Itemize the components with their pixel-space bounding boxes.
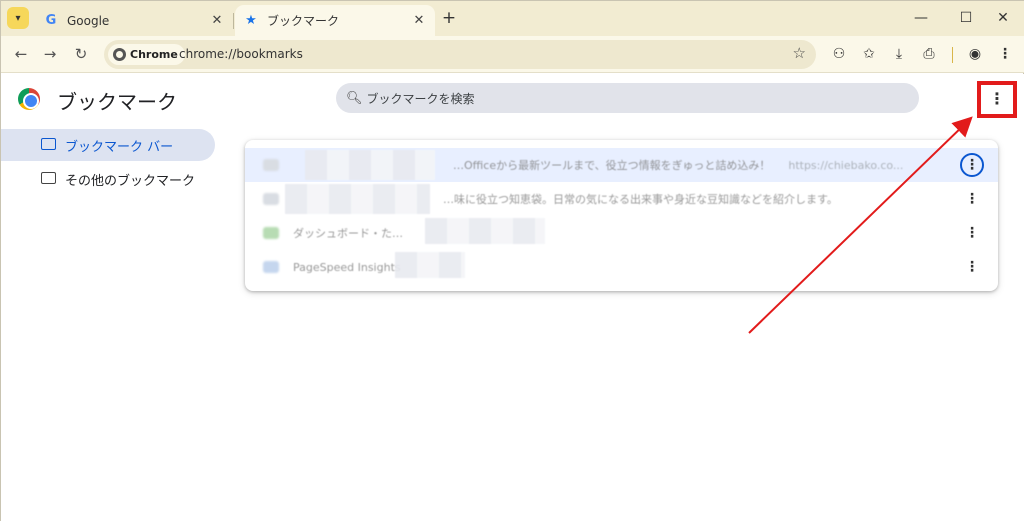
site-info-chip[interactable]: Chrome [108, 44, 185, 65]
bookmark-favicon [263, 193, 279, 205]
bookmarks-star-icon[interactable]: ✩ [857, 42, 881, 66]
tab-strip: ▾ G Google ✕ ★ ブックマーク ✕ + — ☐ ✕ [1, 1, 1024, 36]
bookmarks-page: ブックマーク 🔍︎ ブックマークを検索 ⋮ ブックマーク バー その他のブックマ… [1, 74, 1024, 521]
download-icon[interactable]: ⤓ [887, 42, 911, 66]
folder-icon [41, 172, 56, 184]
sidebar-item-bookmarks-bar[interactable]: ブックマーク バー [1, 129, 215, 161]
bookmark-favicon [263, 227, 279, 239]
tab-google[interactable]: G Google ✕ [35, 5, 233, 36]
google-g-icon: G [45, 13, 57, 28]
minimize-button[interactable]: — [904, 5, 938, 31]
url-text: chrome://bookmarks [179, 47, 303, 61]
bookmark-list: …Officeから最新ツールまで、役立つ情報をぎゅっと詰め込み！ https:/… [245, 140, 998, 291]
browser-menu-icon[interactable]: ⋮ [993, 42, 1017, 66]
privacy-mosaic [425, 218, 545, 244]
incognito-icon[interactable]: ⚇ [827, 42, 851, 66]
privacy-mosaic [285, 184, 430, 214]
forward-button[interactable]: → [38, 42, 62, 66]
browser-toolbar: ← → ↻ Chrome chrome://bookmarks ☆ ⚇ ✩ ⤓ … [1, 36, 1024, 73]
bookmark-favicon [263, 159, 279, 171]
new-tab-button[interactable]: + [439, 8, 459, 28]
sidebar-item-other-bookmarks[interactable]: その他のブックマーク [1, 163, 215, 195]
bookmark-url: https://chiebako.co... [788, 158, 904, 172]
browser-window: ▾ G Google ✕ ★ ブックマーク ✕ + — ☐ ✕ ← → ↻ Ch… [0, 0, 1024, 521]
bookmark-title: …Officeから最新ツールまで、役立つ情報をぎゅっと詰め込み！ [453, 159, 771, 172]
toolbar-divider [952, 47, 953, 63]
sidebar-item-label: ブックマーク バー [65, 139, 174, 155]
privacy-mosaic [305, 150, 435, 180]
more-actions-icon[interactable]: ⋮ [960, 153, 984, 177]
tab-bookmarks[interactable]: ★ ブックマーク ✕ [235, 5, 435, 36]
bookmark-title: PageSpeed Insights [293, 260, 401, 274]
search-placeholder: ブックマークを検索 [366, 91, 475, 106]
bookmark-row[interactable]: ダッシュボード・た… ⋮ [245, 216, 998, 250]
bookmark-title: ダッシュボード・た… [293, 227, 403, 240]
sidebar-item-label: その他のブックマーク [65, 173, 196, 189]
annotation-highlight-box [977, 81, 1017, 118]
page-title: ブックマーク [57, 90, 177, 114]
close-icon[interactable]: ✕ [409, 11, 429, 31]
bookmark-title: …味に役立つ知恵袋。日常の気になる出来事や身近な豆知識などを紹介します。 [443, 193, 838, 206]
more-actions-icon[interactable]: ⋮ [960, 255, 984, 279]
bookmark-search-input[interactable]: 🔍︎ ブックマークを検索 [336, 83, 919, 113]
chevron-down-icon: ▾ [15, 12, 21, 24]
bookmark-favicon [263, 261, 279, 273]
star-icon: ★ [245, 13, 257, 28]
chip-label: Chrome [130, 48, 178, 61]
more-actions-icon[interactable]: ⋮ [960, 187, 984, 211]
window-close-button[interactable]: ✕ [986, 5, 1020, 31]
chrome-icon [113, 48, 126, 61]
maximize-button[interactable]: ☐ [949, 5, 983, 31]
reload-button[interactable]: ↻ [69, 42, 93, 66]
print-icon[interactable]: ⎙ [917, 42, 941, 66]
bookmark-star-icon[interactable]: ☆ [793, 44, 806, 62]
tab-title: Google [67, 13, 110, 28]
tab-search-button[interactable]: ▾ [7, 7, 29, 29]
back-button[interactable]: ← [9, 42, 33, 66]
more-actions-icon[interactable]: ⋮ [960, 221, 984, 245]
folder-icon [41, 138, 56, 150]
chrome-logo-icon [18, 88, 40, 110]
address-bar[interactable]: Chrome chrome://bookmarks ☆ [104, 40, 816, 69]
search-icon: 🔍︎ [346, 90, 363, 106]
profile-avatar-icon[interactable]: ◉ [963, 42, 987, 66]
privacy-mosaic [395, 252, 465, 278]
bookmark-row[interactable]: PageSpeed Insights ⋮ [245, 250, 998, 284]
tab-divider [233, 13, 234, 29]
close-icon[interactable]: ✕ [207, 11, 227, 31]
tab-title: ブックマーク [267, 14, 340, 28]
